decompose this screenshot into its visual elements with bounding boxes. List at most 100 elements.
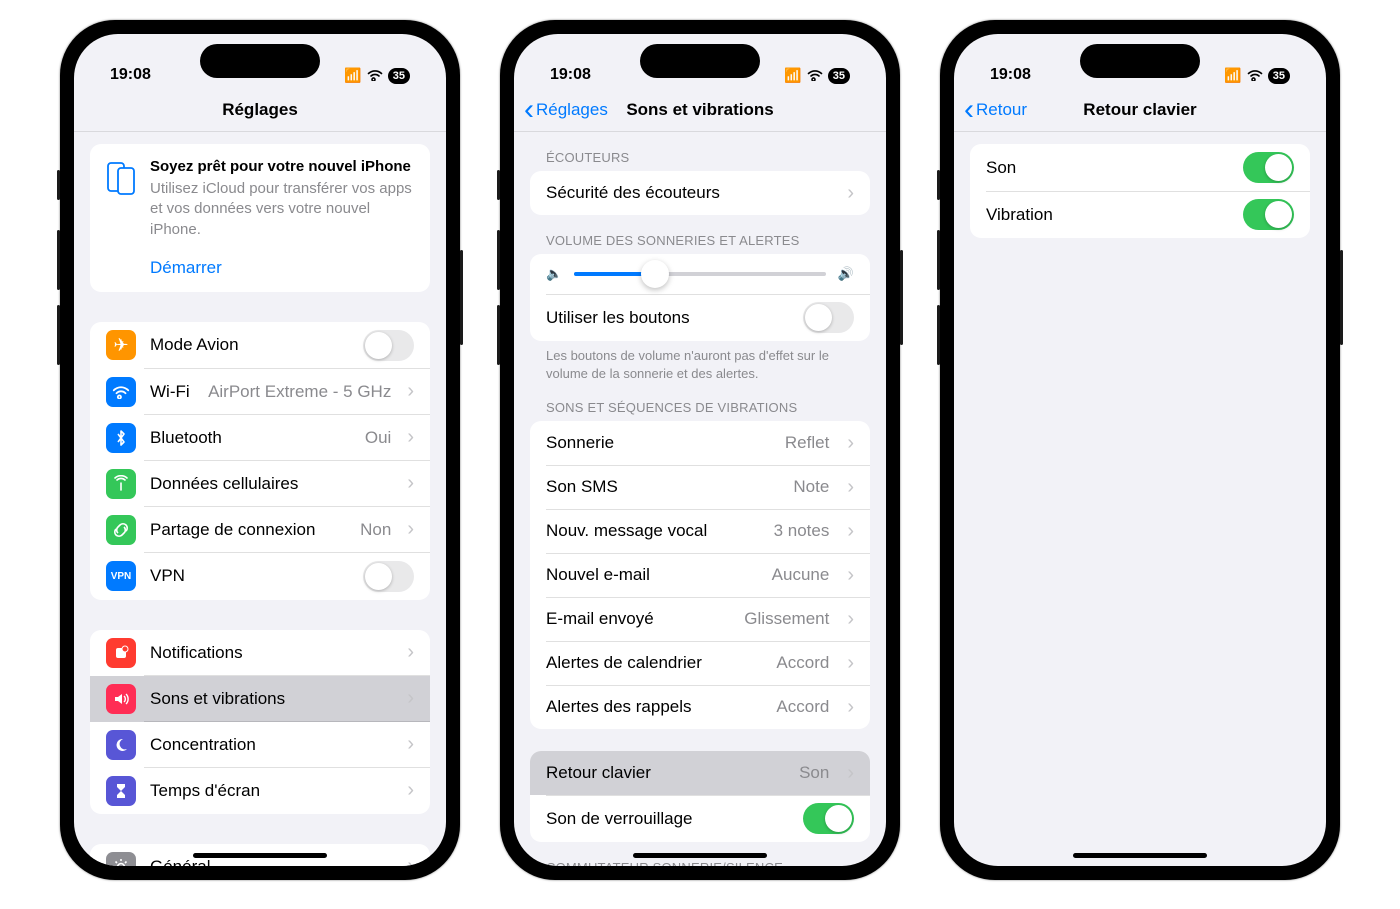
row-retour-clavier[interactable]: Retour clavier Son › <box>530 751 870 795</box>
row-value: 3 notes <box>774 521 830 541</box>
toggle[interactable] <box>1243 199 1294 230</box>
chevron-icon: › <box>847 608 854 631</box>
keyboard-feedback-row[interactable]: Son <box>970 144 1310 191</box>
sound-row[interactable]: Alertes des rappels Accord › <box>530 685 870 729</box>
section-sons: SONS ET SÉQUENCES DE VIBRATIONS <box>514 382 886 421</box>
row-icon <box>106 684 136 714</box>
settings-row[interactable]: Wi-Fi AirPort Extreme - 5 GHz › <box>90 369 430 415</box>
row-verrouillage[interactable]: Son de verrouillage <box>530 795 870 842</box>
battery-level: 35 <box>388 68 410 84</box>
screen-retour-clavier: 19:08 📶 35 Retour Retour clavier Son Vib… <box>954 34 1326 866</box>
toggle-utiliser-boutons[interactable] <box>803 302 854 333</box>
row-icon <box>106 776 136 806</box>
row-value: Oui <box>365 428 391 448</box>
settings-row[interactable]: Sons et vibrations › <box>90 676 430 722</box>
section-ecouteurs: ÉCOUTEURS <box>514 132 886 171</box>
row-label: VPN <box>150 566 351 586</box>
chevron-icon: › <box>407 472 414 495</box>
chevron-icon: › <box>847 182 854 205</box>
speaker-low-icon: 🔈 <box>546 266 562 282</box>
wifi-icon <box>1247 68 1263 84</box>
row-label: Concentration <box>150 735 391 755</box>
promo-title: Soyez prêt pour votre nouvel iPhone <box>150 158 414 175</box>
promo-card: Soyez prêt pour votre nouvel iPhone Util… <box>90 144 430 292</box>
wifi-icon <box>367 68 383 84</box>
chevron-icon: › <box>407 426 414 449</box>
row-label: Mode Avion <box>150 335 351 355</box>
keyboard-feedback-row[interactable]: Vibration <box>970 191 1310 238</box>
sound-row[interactable]: E-mail envoyé Glissement › <box>530 597 870 641</box>
status-time: 19:08 <box>990 66 1031 84</box>
back-button[interactable]: Retour <box>964 100 1027 120</box>
settings-row[interactable]: Bluetooth Oui› <box>90 415 430 461</box>
row-utiliser-boutons[interactable]: Utiliser les boutons <box>530 294 870 341</box>
page-title: Réglages <box>74 100 446 120</box>
settings-row[interactable]: VPN VPN <box>90 553 430 600</box>
status-time: 19:08 <box>550 66 591 84</box>
chevron-icon: › <box>847 432 854 455</box>
row-label: Sons et vibrations <box>150 689 391 709</box>
chevron-icon: › <box>407 518 414 541</box>
section-volume: VOLUME DES SONNERIES ET ALERTES <box>514 215 886 254</box>
navbar: Réglages <box>74 88 446 132</box>
volume-slider-row[interactable]: 🔈 🔊 <box>530 254 870 294</box>
row-label: Wi-Fi <box>150 382 196 402</box>
home-indicator[interactable] <box>193 853 327 858</box>
toggle[interactable] <box>363 561 414 592</box>
chevron-icon: › <box>407 380 414 403</box>
toggle[interactable] <box>1243 152 1294 183</box>
sound-row[interactable]: Alertes de calendrier Accord › <box>530 641 870 685</box>
row-label: Alertes de calendrier <box>546 653 762 673</box>
row-icon <box>106 469 136 499</box>
settings-row[interactable]: Temps d'écran › <box>90 768 430 814</box>
chevron-icon: › <box>847 476 854 499</box>
row-label: Temps d'écran <box>150 781 391 801</box>
row-value: Aucune <box>772 565 830 585</box>
settings-row[interactable]: Données cellulaires › <box>90 461 430 507</box>
status-time: 19:08 <box>110 66 151 84</box>
phones-icon <box>106 160 136 240</box>
wifi-icon <box>807 68 823 84</box>
chevron-icon: › <box>847 564 854 587</box>
row-icon <box>106 730 136 760</box>
settings-row[interactable]: Concentration › <box>90 722 430 768</box>
toggle-verrouillage[interactable] <box>803 803 854 834</box>
home-indicator[interactable] <box>1073 853 1207 858</box>
row-icon <box>106 515 136 545</box>
row-label: Données cellulaires <box>150 474 391 494</box>
navbar: Retour Retour clavier <box>954 88 1326 132</box>
back-button[interactable]: Réglages <box>524 100 608 120</box>
settings-row[interactable]: Partage de connexion Non› <box>90 507 430 553</box>
chevron-icon: › <box>407 733 414 756</box>
row-icon <box>106 423 136 453</box>
row-label: Nouvel e-mail <box>546 565 758 585</box>
cellular-signal-icon: 📶 <box>784 67 801 84</box>
sound-row[interactable]: Nouv. message vocal 3 notes › <box>530 509 870 553</box>
row-securite-ecouteurs[interactable]: Sécurité des écouteurs › <box>530 171 870 215</box>
row-label: Alertes des rappels <box>546 697 762 717</box>
sound-row[interactable]: Nouvel e-mail Aucune › <box>530 553 870 597</box>
status-bar: 19:08 📶 35 <box>74 34 446 88</box>
volume-slider[interactable] <box>574 272 826 276</box>
footer-volume: Les boutons de volume n'auront pas d'eff… <box>514 341 886 382</box>
phone-3: 19:08 📶 35 Retour Retour clavier Son Vib… <box>940 20 1340 880</box>
settings-row[interactable]: ✈ Mode Avion <box>90 322 430 369</box>
sound-row[interactable]: Sonnerie Reflet › <box>530 421 870 465</box>
promo-start-button[interactable]: Démarrer <box>90 248 430 292</box>
sound-row[interactable]: Son SMS Note › <box>530 465 870 509</box>
home-indicator[interactable] <box>633 853 767 858</box>
chevron-icon: › <box>847 762 854 785</box>
row-value: Reflet <box>785 433 829 453</box>
status-bar: 19:08 📶 35 <box>954 34 1326 88</box>
navbar: Réglages Sons et vibrations <box>514 88 886 132</box>
cellular-signal-icon: 📶 <box>344 67 361 84</box>
row-label: Sonnerie <box>546 433 771 453</box>
toggle[interactable] <box>363 330 414 361</box>
row-icon <box>106 852 136 866</box>
row-label: Notifications <box>150 643 391 663</box>
row-label: Général <box>150 857 391 866</box>
row-value: AirPort Extreme - 5 GHz <box>208 382 391 402</box>
promo-row[interactable]: Soyez prêt pour votre nouvel iPhone Util… <box>90 144 430 248</box>
promo-desc: Utilisez iCloud pour transférer vos apps… <box>150 179 414 240</box>
settings-row[interactable]: Notifications › <box>90 630 430 676</box>
